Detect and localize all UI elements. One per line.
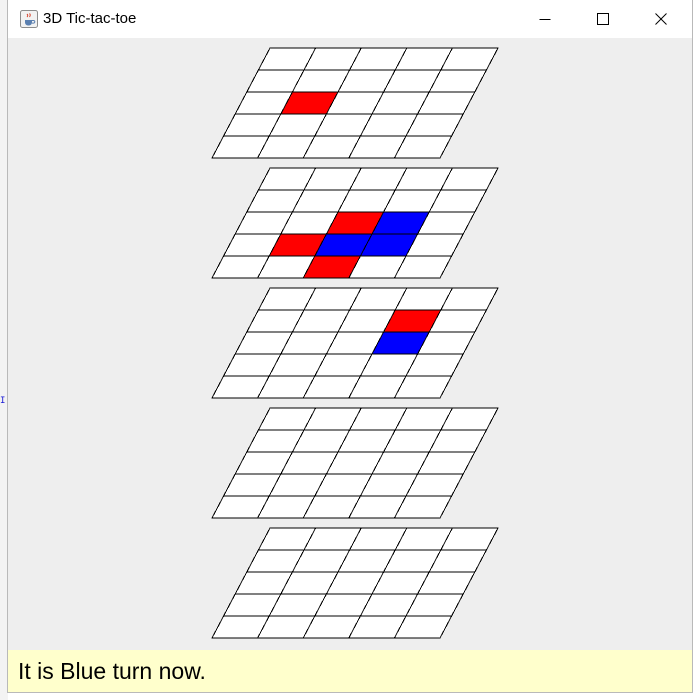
board-level-2 bbox=[211, 167, 499, 279]
background-window-edge bbox=[0, 0, 8, 700]
boards-canvas bbox=[211, 47, 499, 639]
minimize-icon bbox=[539, 19, 551, 20]
close-button[interactable] bbox=[632, 0, 690, 38]
board-level-4 bbox=[211, 407, 499, 519]
title-bar[interactable]: 3D Tic-tac-toe bbox=[8, 0, 692, 38]
maximize-icon bbox=[597, 13, 609, 25]
board-level-5 bbox=[211, 527, 499, 639]
window-title: 3D Tic-tac-toe bbox=[43, 10, 137, 27]
board-level-1 bbox=[211, 47, 499, 159]
app-window: 3D Tic-tac-toe It is Blue turn now. bbox=[8, 0, 692, 692]
status-bar: It is Blue turn now. bbox=[8, 650, 692, 692]
board-level-3 bbox=[211, 287, 499, 399]
java-cup-icon bbox=[20, 10, 38, 28]
close-icon bbox=[655, 13, 667, 25]
desktop-background: I 3D Tic-tac-toe It is Blue turn now. bbox=[0, 0, 700, 700]
game-board-area bbox=[8, 38, 692, 650]
background-text-fragment: I bbox=[0, 396, 6, 406]
maximize-button[interactable] bbox=[574, 0, 632, 38]
minimize-button[interactable] bbox=[516, 0, 574, 38]
status-message: It is Blue turn now. bbox=[18, 658, 206, 684]
